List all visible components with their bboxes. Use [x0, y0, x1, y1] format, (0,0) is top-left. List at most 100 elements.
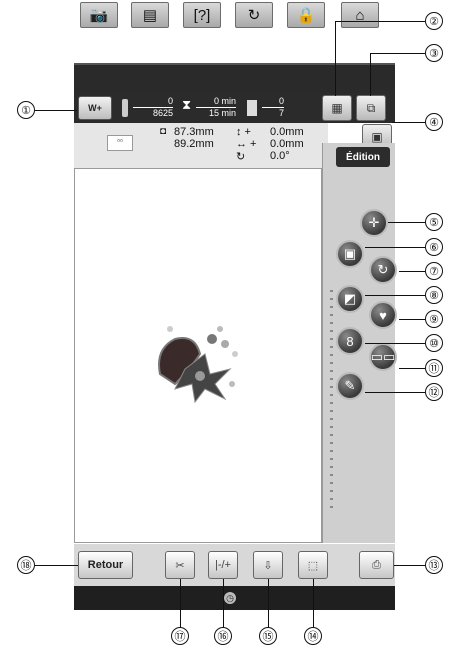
back-button[interactable]: Retour: [78, 551, 133, 579]
horizontal-arrow-icon: ↔ +: [236, 138, 257, 150]
callout-13: ⑬: [425, 556, 443, 574]
callout-5: ⑤: [425, 213, 443, 231]
leader-line: [335, 21, 336, 96]
callout-16: ⑯: [214, 627, 232, 645]
rotation-angle: 0.0°: [270, 150, 290, 162]
thread-palette-button[interactable]: ▦: [322, 95, 352, 121]
callout-14: ⑭: [304, 627, 322, 645]
leader-line: [392, 122, 425, 123]
color-total: 7: [278, 108, 284, 118]
needle-thread-tab[interactable]: ↻: [235, 2, 273, 28]
frame-size-icon: ▫▫: [107, 135, 133, 151]
leader-line: [335, 21, 425, 22]
hourglass-icon: ⧗: [182, 97, 192, 112]
embroidery-canvas[interactable]: [74, 168, 322, 543]
callout-15: ⑮: [259, 627, 277, 645]
start-point-button[interactable]: ⇩: [253, 551, 283, 579]
trial-button[interactable]: ⬚: [298, 551, 328, 579]
size-button[interactable]: ▣: [336, 240, 364, 268]
horizontal-offset: 0.0mm: [270, 138, 304, 150]
scissors-icon: ✂: [175, 559, 185, 572]
leader-line: [365, 392, 425, 393]
color-count: 0 7: [262, 96, 284, 120]
thread-color-button[interactable]: 8: [336, 327, 364, 355]
camera-icon: 📷: [89, 7, 109, 24]
leader-line: [399, 368, 425, 369]
memory-button[interactable]: ⎙: [359, 551, 394, 579]
save-icon: ⎙: [372, 558, 381, 571]
camera-icon: ⧉: [366, 100, 376, 115]
image-icon: ▣: [371, 130, 383, 144]
lock-tab[interactable]: 🔒: [287, 2, 325, 28]
clock-icon: ◷: [224, 592, 236, 604]
stitch-current: 0: [167, 96, 173, 106]
callout-9: ⑨: [425, 310, 443, 328]
leader-line: [394, 565, 425, 566]
document-tab[interactable]: ▤: [131, 2, 169, 28]
callout-6: ⑥: [425, 238, 443, 256]
leader-line: [388, 222, 425, 223]
callout-10: ⑩: [425, 334, 443, 352]
top-menu-bar: [74, 63, 395, 93]
home-tab[interactable]: ⌂: [341, 2, 379, 28]
start-needle-icon: ⇩: [263, 559, 273, 572]
needle-change-icon: ↻: [247, 7, 261, 24]
embroidery-design[interactable]: [150, 314, 245, 404]
time-current: 0 min: [213, 96, 236, 106]
spool-icon: 8: [346, 333, 354, 349]
thread-cut-button[interactable]: ✂: [165, 551, 195, 579]
color-current: 0: [278, 96, 284, 106]
leader-line: [268, 579, 269, 627]
move-button[interactable]: ✛: [360, 209, 388, 237]
mirror-button[interactable]: ◩: [336, 285, 364, 313]
size-icon: ◘: [160, 126, 167, 137]
needle-tension-icon: |-/+: [214, 559, 231, 571]
callout-12: ⑫: [425, 383, 443, 401]
help-tab[interactable]: [?]: [183, 2, 221, 28]
edit-pen-button[interactable]: ✎: [336, 372, 364, 400]
callout-17: ⑰: [171, 627, 189, 645]
thread-spool-icon: [247, 100, 257, 116]
callout-4: ④: [425, 113, 443, 131]
needle-icon: [122, 99, 128, 117]
edition-tab[interactable]: Édition: [336, 147, 390, 167]
move-arrows-icon: ✛: [368, 215, 380, 230]
callout-11: ⑪: [425, 359, 443, 377]
rotate-button[interactable]: ↻: [369, 256, 397, 284]
grid-icon: ▦: [331, 101, 343, 115]
palette-icon: ♥: [379, 307, 387, 323]
vertical-offset: 0.0mm: [270, 126, 304, 138]
array-button[interactable]: ▭▭: [369, 343, 397, 371]
leader-line: [365, 247, 425, 248]
lock-icon: 🔒: [296, 7, 316, 24]
leader-line: [313, 579, 314, 627]
leader-line: [223, 579, 224, 627]
stitch-total: 8625: [152, 108, 173, 118]
vertical-arrow-icon: ↕ +: [236, 126, 251, 138]
frame-outline-icon: ⬚: [307, 559, 319, 572]
ruler: [330, 290, 333, 510]
design-height: 87.3mm: [174, 126, 214, 138]
time-display: 0 min 15 min: [196, 96, 236, 120]
thread-tension-button[interactable]: |-/+: [208, 551, 238, 579]
camera-tab[interactable]: 📷: [80, 2, 118, 28]
wide-frame-button[interactable]: W+: [78, 96, 112, 120]
color-change-button[interactable]: ♥: [369, 301, 397, 329]
resize-icon: ▣: [343, 246, 357, 261]
leader-line: [180, 579, 181, 627]
callout-1: ①: [17, 101, 35, 119]
callout-7: ⑦: [425, 262, 443, 280]
callout-3: ③: [425, 44, 443, 62]
pencil-icon: ✎: [344, 378, 356, 393]
leader-line: [399, 319, 425, 320]
array-icon: ▭▭: [370, 349, 396, 364]
rotation-icon: ↻: [236, 151, 246, 163]
time-total: 15 min: [208, 108, 236, 118]
leader-line: [35, 110, 77, 111]
mirror-icon: ◩: [343, 291, 357, 306]
callout-2: ②: [425, 12, 443, 30]
leader-line: [365, 295, 425, 296]
camera-view-button[interactable]: ⧉: [356, 95, 386, 121]
callout-8: ⑧: [425, 286, 443, 304]
leader-line: [399, 271, 425, 272]
